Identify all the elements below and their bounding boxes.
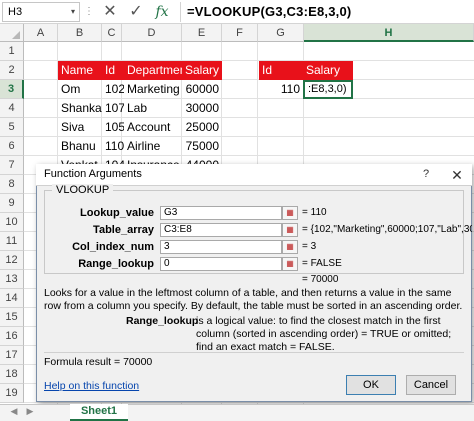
table-header-salary[interactable]: Salary [182, 61, 222, 80]
insert-function-button[interactable]: fx [150, 2, 174, 22]
arg-input-col-index-num[interactable]: 3 [160, 240, 282, 254]
row-header-14[interactable]: 14 [0, 289, 24, 308]
lookup-salary-header[interactable]: Salary [303, 61, 353, 80]
arg-label-table-array: Table_array [93, 224, 154, 236]
table-cell[interactable]: 102 [102, 80, 124, 99]
sheet-next-icon[interactable]: ▶ [24, 406, 36, 418]
table-cell[interactable]: 107 [102, 99, 124, 118]
sheet-tab-sheet1[interactable]: Sheet1 [70, 404, 128, 421]
row-header-15[interactable]: 15 [0, 308, 24, 327]
table-cell[interactable]: Shankar [58, 99, 102, 118]
row-header-2[interactable]: 2 [0, 61, 24, 80]
column-header-h[interactable]: H [304, 24, 474, 42]
column-header-f[interactable]: F [222, 24, 258, 42]
lookup-id-header[interactable]: Id [259, 61, 303, 80]
row-header-9[interactable]: 9 [0, 194, 24, 213]
function-name: VLOOKUP [52, 184, 114, 196]
table-cell[interactable]: Siva [58, 118, 102, 137]
table-cell[interactable]: 25000 [182, 118, 222, 137]
sheet-prev-icon[interactable]: ◀ [8, 406, 20, 418]
ok-button[interactable]: OK [346, 375, 396, 395]
table-header-department[interactable]: Department [124, 61, 182, 80]
row-header-3[interactable]: 3 [0, 80, 24, 99]
row-header-19[interactable]: 19 [0, 384, 24, 403]
range-lookup-name: Range_lookup [126, 315, 199, 327]
row-header-16[interactable]: 16 [0, 327, 24, 346]
table-cell[interactable]: Marketing [124, 80, 182, 99]
table-cell[interactable]: 75000 [182, 137, 222, 156]
table-cell[interactable]: 60000 [182, 80, 222, 99]
arg-input-lookup-value[interactable]: G3 [160, 206, 282, 220]
arg-result-table-array: = {102,"Marketing",60000;107,"Lab",30000… [302, 224, 472, 235]
formula-input[interactable]: =VLOOKUP(G3,C3:E8,3,0) [180, 2, 474, 22]
row-header-6[interactable]: 6 [0, 137, 24, 156]
table-cell[interactable]: Account [124, 118, 182, 137]
help-icon[interactable]: ? [420, 168, 432, 182]
cancel-formula-button[interactable]: ✕ [98, 2, 122, 22]
row-header-7[interactable]: 7 [0, 156, 24, 175]
range-lookup-description: is a logical value: to find the closest … [196, 315, 452, 353]
help-link[interactable]: Help on this function [44, 380, 139, 392]
select-all-triangle-icon [12, 31, 20, 39]
table-cell[interactable]: Bhanu [58, 137, 102, 156]
lookup-salary-cell[interactable]: :E8,3,0) [303, 80, 353, 99]
row-header-8[interactable]: 8 [0, 175, 24, 194]
row-header-1[interactable]: 1 [0, 42, 24, 61]
table-cell[interactable]: Lab [124, 99, 182, 118]
row-header-11[interactable]: 11 [0, 232, 24, 251]
table-cell[interactable]: 105 [102, 118, 124, 137]
collapse-range-icon[interactable]: ▦ [282, 223, 298, 237]
arg-input-range-lookup[interactable]: 0 [160, 257, 282, 271]
arg-label-lookup-value: Lookup_value [80, 207, 154, 219]
table-cell[interactable]: Airline [124, 137, 182, 156]
arg-label-range-lookup: Range_lookup [78, 258, 154, 270]
column-header-c[interactable]: C [102, 24, 122, 42]
row-header-10[interactable]: 10 [0, 213, 24, 232]
collapse-range-icon[interactable]: ▦ [282, 240, 298, 254]
gridline [24, 402, 474, 403]
table-header-name[interactable]: Name [58, 61, 102, 80]
column-header-g[interactable]: G [258, 24, 304, 42]
row-header-12[interactable]: 12 [0, 251, 24, 270]
arg-result-lookup-value: = 110 [302, 207, 327, 218]
overall-result: = 70000 [302, 274, 339, 285]
lookup-id-cell[interactable]: 110 [259, 80, 303, 99]
row-header-18[interactable]: 18 [0, 365, 24, 384]
arg-result-range-lookup: = FALSE [302, 258, 342, 269]
row-header-5[interactable]: 5 [0, 118, 24, 137]
arg-result-col-index-num: = 3 [302, 241, 317, 252]
more-icon[interactable]: ⋮ [84, 4, 94, 20]
arg-label-col-index-num: Col_index_num [72, 241, 154, 253]
column-header-d[interactable]: D [122, 24, 182, 42]
row-header-4[interactable]: 4 [0, 99, 24, 118]
column-header-a[interactable]: A [24, 24, 58, 42]
function-description: Looks for a value in the leftmost column… [44, 287, 463, 312]
row-header-13[interactable]: 13 [0, 270, 24, 289]
chevron-down-icon[interactable]: ▾ [66, 2, 80, 22]
dialog-title: Function Arguments [36, 164, 472, 186]
table-cell[interactable]: Om [58, 80, 102, 99]
table-cell[interactable]: 110 [102, 137, 124, 156]
collapse-range-icon[interactable]: ▦ [282, 257, 298, 271]
column-header-b[interactable]: B [58, 24, 102, 42]
column-header-e[interactable]: E [182, 24, 222, 42]
divider [44, 352, 464, 353]
cancel-button[interactable]: Cancel [406, 375, 456, 395]
table-header-id[interactable]: Id [102, 61, 124, 80]
enter-formula-button[interactable]: ✓ [124, 2, 148, 22]
collapse-range-icon[interactable]: ▦ [282, 206, 298, 220]
close-icon[interactable]: ✕ [448, 166, 466, 184]
formula-result: Formula result = 70000 [44, 356, 153, 368]
arg-input-table-array[interactable]: C3:E8 [160, 223, 282, 237]
row-header-17[interactable]: 17 [0, 346, 24, 365]
table-cell[interactable]: 30000 [182, 99, 222, 118]
